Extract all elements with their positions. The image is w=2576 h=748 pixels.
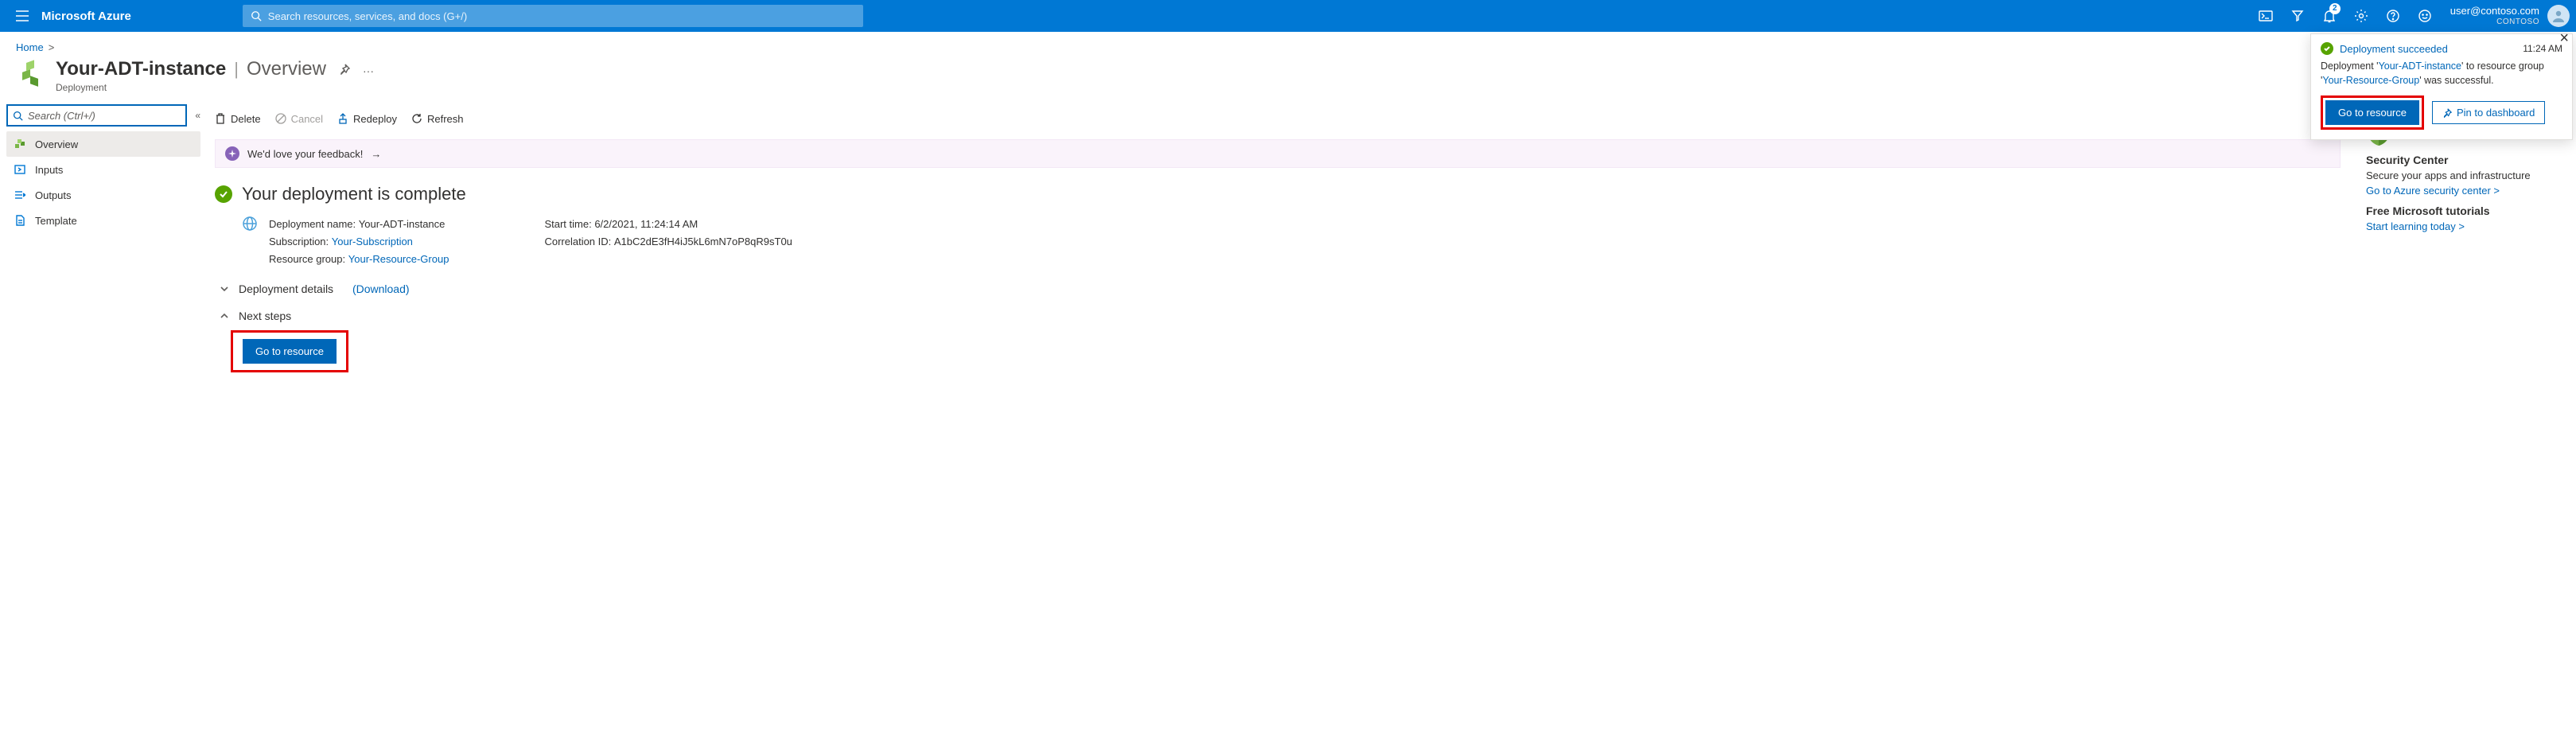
globe-icon — [242, 216, 258, 232]
redeploy-button[interactable]: Redeploy — [337, 113, 397, 125]
deployment-name-value: Your-ADT-instance — [359, 218, 446, 230]
toast-deployment-link[interactable]: Your-ADT-instance — [2379, 60, 2461, 72]
topbar-actions: 2 — [2250, 0, 2441, 32]
resource-group-link[interactable]: Your-Resource-Group — [348, 253, 449, 265]
help-icon[interactable] — [2377, 0, 2409, 32]
correlation-id-value: A1bC2dE3fH4iJ5kL6mN7oP8qR9sT0u — [614, 236, 792, 247]
chevron-down-icon — [220, 284, 231, 294]
topbar: Microsoft Azure Search resources, servic… — [0, 0, 2576, 32]
feedback-banner[interactable]: We'd love your feedback! → — [215, 139, 2341, 168]
feedback-icon — [225, 146, 239, 161]
chevron-up-icon — [220, 311, 231, 321]
right-pane: Security Center Secure your apps and inf… — [2353, 101, 2576, 388]
notifications-icon[interactable]: 2 — [2313, 0, 2345, 32]
security-center-link[interactable]: Go to Azure security center > — [2366, 185, 2500, 197]
refresh-icon — [411, 113, 422, 124]
deployment-details: Deployment name: Your-ADT-instance Subsc… — [242, 216, 2341, 268]
directory-filter-icon[interactable] — [2282, 0, 2313, 32]
brand[interactable]: Microsoft Azure — [41, 10, 131, 23]
collapse-sidebar-icon[interactable]: « — [195, 110, 200, 121]
sidebar-item-label: Outputs — [35, 189, 72, 201]
feedback-icon[interactable] — [2409, 0, 2441, 32]
status-message: Your deployment is complete — [242, 184, 466, 205]
outputs-icon — [13, 190, 27, 200]
security-center-desc: Secure your apps and infrastructure — [2366, 169, 2563, 181]
sidebar-item-label: Inputs — [35, 164, 63, 176]
inputs-icon — [13, 165, 27, 174]
security-center-title: Security Center — [2366, 154, 2563, 166]
sidebar-item-inputs[interactable]: Inputs — [6, 157, 200, 182]
tutorials-title: Free Microsoft tutorials — [2366, 205, 2563, 217]
settings-icon[interactable] — [2345, 0, 2377, 32]
toast-rg-link[interactable]: Your-Resource-Group — [2322, 75, 2419, 86]
next-steps-toggle[interactable]: Next steps — [220, 310, 2341, 322]
search-icon — [251, 10, 262, 21]
toast-message: Deployment 'Your-ADT-instance' to resour… — [2321, 60, 2562, 88]
feedback-text: We'd love your feedback! — [247, 148, 363, 160]
account-email: user@contoso.com — [2450, 5, 2539, 18]
account-org: CONTOSO — [2450, 18, 2539, 27]
resource-icon — [16, 58, 48, 90]
refresh-button[interactable]: Refresh — [411, 113, 464, 125]
template-icon — [13, 215, 27, 226]
sidebar: Search (Ctrl+/) « Overview Inputs Output… — [0, 101, 207, 388]
resource-name: Your-ADT-instance — [56, 58, 226, 80]
start-time-value: 6/2/2021, 11:24:14 AM — [594, 218, 698, 230]
global-search-placeholder: Search resources, services, and docs (G+… — [268, 10, 467, 22]
redeploy-icon — [337, 113, 348, 124]
command-bar: Delete Cancel Redeploy Refresh — [215, 103, 2341, 134]
arrow-right-icon: → — [371, 148, 381, 160]
sidebar-item-label: Overview — [35, 138, 78, 150]
success-icon — [2321, 42, 2333, 55]
chevron-right-icon: > — [49, 41, 55, 53]
page-section: Overview — [247, 58, 326, 80]
overview-icon — [13, 138, 27, 150]
subscription-link[interactable]: Your-Subscription — [332, 236, 413, 247]
resource-type: Deployment — [56, 82, 374, 93]
notification-badge: 2 — [2329, 3, 2341, 14]
toast-time: 11:24 AM — [2523, 43, 2562, 54]
search-icon — [13, 111, 23, 121]
sidebar-item-overview[interactable]: Overview — [6, 131, 200, 157]
delete-button[interactable]: Delete — [215, 112, 261, 125]
notification-toast: × Deployment succeeded 11:24 AM Deployme… — [2310, 33, 2573, 140]
cancel-icon — [275, 113, 286, 124]
download-link[interactable]: (Download) — [352, 282, 410, 295]
page-header: Your-ADT-instance | Overview ··· Deploym… — [0, 53, 2576, 101]
menu-icon[interactable] — [6, 0, 38, 32]
global-search[interactable]: Search resources, services, and docs (G+… — [243, 5, 863, 27]
pin-icon — [2442, 108, 2452, 118]
highlight-box: Go to resource — [231, 330, 348, 372]
sidebar-search[interactable]: Search (Ctrl+/) — [6, 104, 187, 127]
success-icon — [215, 185, 232, 203]
sidebar-item-outputs[interactable]: Outputs — [6, 182, 200, 208]
account-info[interactable]: user@contoso.com CONTOSO — [2450, 5, 2539, 27]
avatar[interactable] — [2547, 5, 2570, 27]
more-icon[interactable]: ··· — [363, 64, 374, 77]
deployment-status: Your deployment is complete — [215, 184, 2341, 205]
pin-icon[interactable] — [339, 64, 350, 75]
sidebar-item-template[interactable]: Template — [6, 208, 200, 233]
trash-icon — [215, 112, 226, 125]
cloud-shell-icon[interactable] — [2250, 0, 2282, 32]
toast-go-to-resource-button[interactable]: Go to resource — [2325, 100, 2419, 125]
breadcrumb-home[interactable]: Home — [16, 41, 44, 53]
close-icon[interactable]: × — [2559, 29, 2569, 48]
highlight-box: Go to resource — [2321, 95, 2424, 130]
tutorials-tile: Free Microsoft tutorials Start learning … — [2366, 205, 2563, 232]
cancel-button: Cancel — [275, 113, 323, 125]
breadcrumb: Home > — [0, 32, 2576, 53]
main-content: Delete Cancel Redeploy Refresh We'd love… — [207, 101, 2353, 388]
tutorials-link[interactable]: Start learning today > — [2366, 220, 2465, 232]
pin-to-dashboard-button[interactable]: Pin to dashboard — [2432, 101, 2545, 124]
deployment-details-toggle[interactable]: Deployment details (Download) — [220, 282, 2341, 295]
sidebar-search-placeholder: Search (Ctrl+/) — [28, 110, 95, 122]
toast-title: Deployment succeeded — [2340, 43, 2448, 55]
sidebar-item-label: Template — [35, 215, 77, 227]
go-to-resource-button[interactable]: Go to resource — [243, 339, 337, 364]
